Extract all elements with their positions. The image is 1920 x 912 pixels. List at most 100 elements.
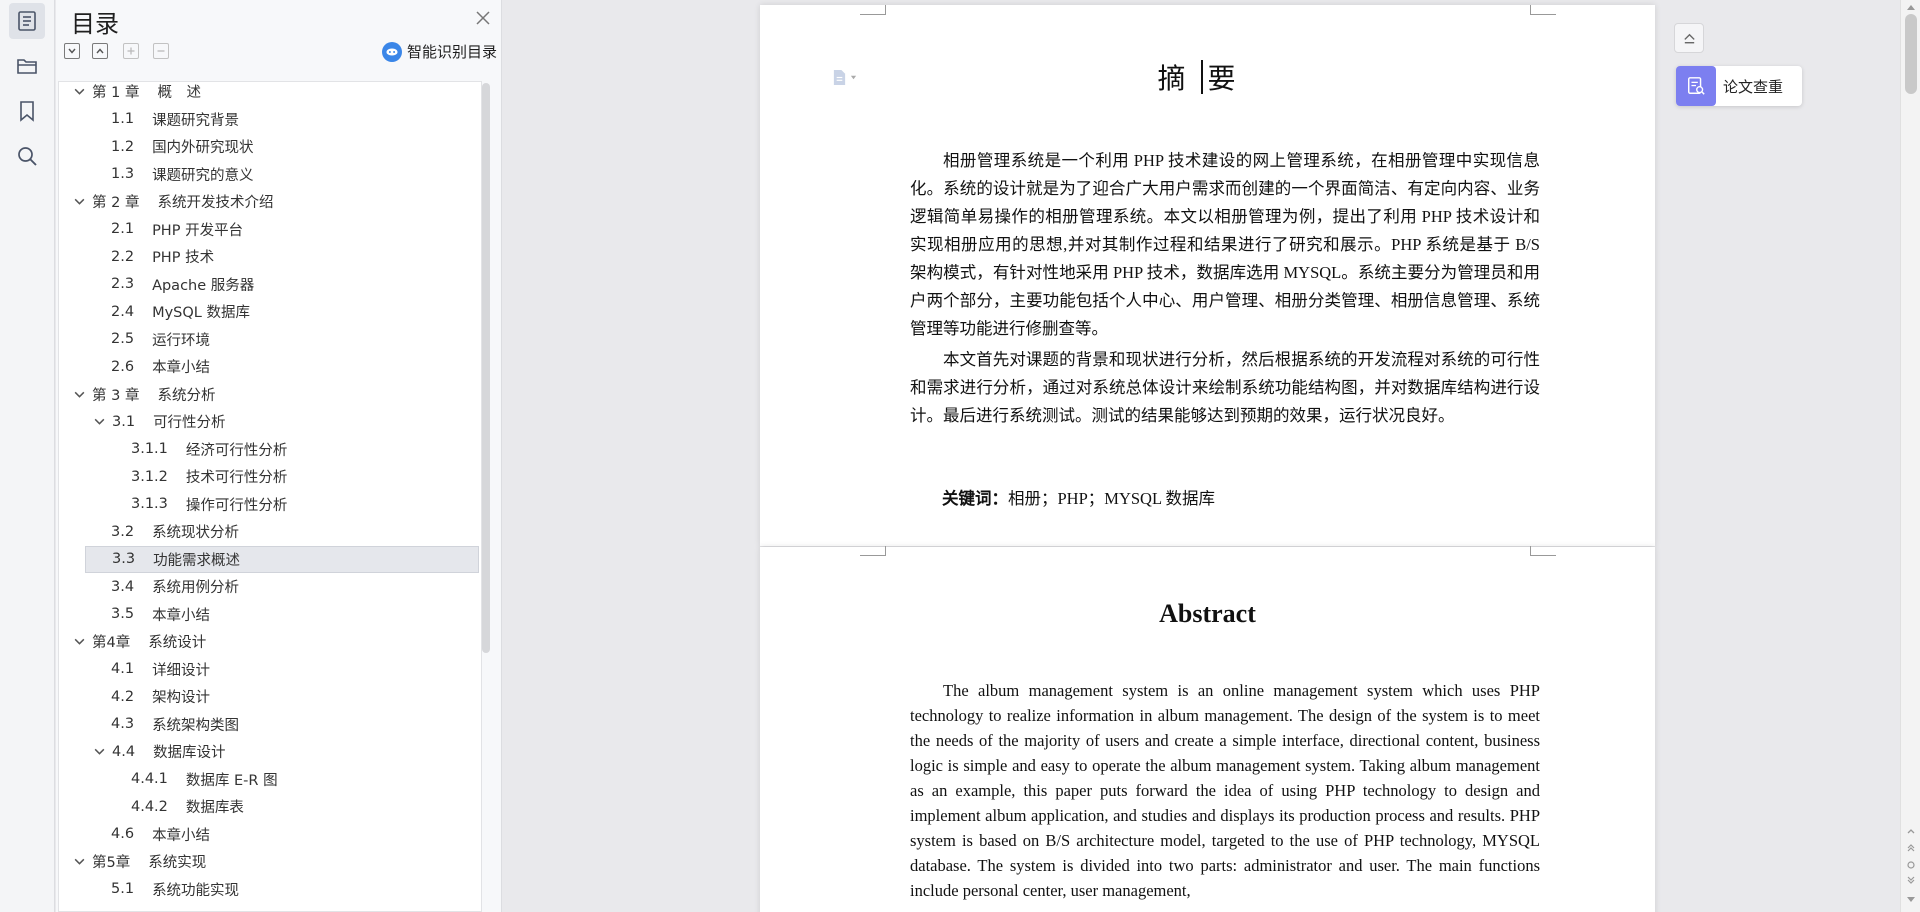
toc-item[interactable]: 2.3 Apache 服务器 <box>111 271 254 298</box>
close-icon[interactable] <box>474 9 492 27</box>
toc-item-label: 国内外研究现状 <box>152 140 254 156</box>
page-up-double-icon[interactable] <box>1906 842 1916 852</box>
toc-item[interactable]: 1.1 课题研究背景 <box>111 106 239 133</box>
toc-item[interactable]: 第 3 章系统分析 <box>73 381 215 408</box>
page-up-icon[interactable] <box>1906 826 1916 836</box>
keywords-label: 关键词： <box>942 489 1008 508</box>
toc-item[interactable]: 3.1.2 技术可行性分析 <box>131 463 287 490</box>
page-abstract-en: Abstract The album management system is … <box>760 546 1655 912</box>
toc-item-label: 本章小结 <box>152 607 211 624</box>
toc-item-number: 1.1 <box>111 111 135 127</box>
chevron-down-icon[interactable] <box>73 195 86 208</box>
toc-item[interactable]: 第4章 系统设计 <box>73 628 206 655</box>
toc-item-number: 2.2 <box>111 248 135 265</box>
remove-heading-button[interactable] <box>153 43 169 59</box>
toc-item-number: 3.2 <box>111 523 135 540</box>
scrollbar-thumb[interactable] <box>1905 14 1917 94</box>
chevron-down-icon[interactable] <box>73 855 86 868</box>
toc-item[interactable]: 2.1 PHP 开发平台 <box>111 216 243 243</box>
chevron-down-icon[interactable] <box>73 388 86 401</box>
toc-item-number: 4.3 <box>111 716 135 732</box>
toc-item-number: 4.2 <box>111 688 135 705</box>
toc-item-number: 4.4 <box>112 743 136 760</box>
toc-item[interactable]: 4.3 系统架构类图 <box>111 711 239 738</box>
plagiarism-check-button[interactable]: 论文查重 <box>1676 66 1802 106</box>
toc-item[interactable]: 4.4.1 数据库 E-R 图 <box>131 766 278 793</box>
crop-mark <box>1530 546 1556 556</box>
chevron-down-icon <box>68 48 76 54</box>
toc-item-number: 2.6 <box>111 358 135 375</box>
toc-item[interactable]: 4.6 本章小结 <box>111 821 210 848</box>
scroll-up-icon[interactable] <box>1906 3 1916 13</box>
plagiarism-check-icon <box>1676 66 1716 106</box>
toc-item-number: 2.3 <box>111 276 135 292</box>
toc-item-label: 系统功能实现 <box>152 882 240 899</box>
select-browse-object-icon[interactable] <box>1906 860 1916 870</box>
crop-mark <box>1530 5 1556 15</box>
toc-item-label: 系统实现 <box>148 855 207 871</box>
outline-icon[interactable] <box>9 3 45 39</box>
toc-item[interactable]: 4.4.2 数据库表 <box>131 793 244 820</box>
scroll-down-icon[interactable] <box>1906 894 1916 904</box>
chevron-down-icon[interactable] <box>93 745 106 758</box>
toc-item[interactable]: 3.2 系统现状分析 <box>111 518 239 545</box>
toc-item[interactable]: 5.1 系统功能实现 <box>111 876 239 903</box>
toc-item-number: 第 3 章 <box>92 387 140 404</box>
toc-item-label: 操作可行性分析 <box>185 497 288 514</box>
minus-icon <box>157 50 165 52</box>
toc-item[interactable]: 第 2 章 系统开发技术介绍 <box>73 188 273 215</box>
toc-item[interactable]: 3.1 可行性分析 <box>93 408 226 435</box>
toc-item-number: 4.6 <box>111 826 135 842</box>
toc-item[interactable]: 2.2 PHP 技术 <box>111 243 214 270</box>
toc-item[interactable]: 4.2 架构设计 <box>111 683 210 710</box>
abstract-paragraph[interactable]: 相册管理系统是一个利用 PHP 技术建设的网上管理系统，在相册管理中实现信息化。… <box>910 147 1540 343</box>
toc-item-number: 3.1.1 <box>131 441 168 457</box>
toc-item[interactable]: 3.5 本章小结 <box>111 601 210 628</box>
document-scrollbar[interactable] <box>1900 0 1920 912</box>
bookmark-icon[interactable] <box>9 93 45 129</box>
keywords-value: 相册；PHP；MYSQL 数据库 <box>1008 489 1216 508</box>
page-abstract-zh: 摘要 相册管理系统是一个利用 PHP 技术建设的网上管理系统，在相册管理中实现信… <box>760 5 1655 546</box>
chevron-down-icon[interactable] <box>73 85 86 98</box>
toc-item-label: Apache 服务器 <box>152 277 255 294</box>
toc-item-label: 本章小结 <box>152 360 211 376</box>
add-heading-button[interactable] <box>123 43 139 59</box>
toc-item-label: 架构设计 <box>152 690 211 706</box>
toc-item[interactable]: 2.6 本章小结 <box>111 353 210 380</box>
side-rail <box>0 0 55 912</box>
search-icon[interactable] <box>9 138 45 174</box>
abstract-paragraph[interactable]: The album management system is an online… <box>910 678 1540 903</box>
toc-item[interactable]: 3.4 系统用例分析 <box>111 573 239 600</box>
toc-item[interactable]: 4.4 数据库设计 <box>93 738 226 765</box>
toc-item-label: 系统设计 <box>148 635 207 651</box>
keywords-line[interactable]: 关键词：相册；PHP；MYSQL 数据库 <box>942 485 1215 509</box>
toc-scrollbar[interactable] <box>482 83 490 653</box>
toc-item[interactable]: 1.3 课题研究的意义 <box>111 161 254 188</box>
toc-item-label: 详细设计 <box>152 662 211 679</box>
toc-item-number: 2.1 <box>111 221 135 237</box>
toc-item[interactable]: 3.3 功能需求概述 <box>85 545 479 573</box>
abstract-paragraph[interactable]: 本文首先对课题的背景和现状进行分析，然后根据系统的开发流程对系统的可行性和需求进… <box>910 346 1540 430</box>
page-down-double-icon[interactable] <box>1906 876 1916 886</box>
toc-item[interactable]: 第5章 系统实现 <box>73 848 206 875</box>
chevron-down-icon[interactable] <box>93 415 106 428</box>
toc-item[interactable]: 第 1 章 概 述 <box>73 82 201 105</box>
toc-item[interactable]: 3.1.3 操作可行性分析 <box>131 491 287 518</box>
toc-item[interactable]: 2.4 MySQL 数据库 <box>111 298 250 325</box>
toc-item-number: 4.4.2 <box>131 798 168 815</box>
collapse-toolbar-button[interactable] <box>1674 23 1704 53</box>
crop-mark <box>860 546 886 556</box>
toc-item[interactable]: 2.5 运行环境 <box>111 326 210 353</box>
toc-item[interactable]: 4.1 详细设计 <box>111 656 210 683</box>
folder-icon[interactable] <box>9 48 45 84</box>
plus-icon <box>127 47 135 55</box>
chevron-down-icon[interactable] <box>73 635 86 648</box>
toc-item[interactable]: 3.1.1 经济可行性分析 <box>131 436 287 463</box>
expand-all-button[interactable] <box>64 43 80 59</box>
toc-item[interactable]: 1.2 国内外研究现状 <box>111 133 254 160</box>
abstract-title-zh: 摘要 <box>1157 62 1258 95</box>
collapse-all-button[interactable] <box>92 43 108 59</box>
document-canvas: 摘要 相册管理系统是一个利用 PHP 技术建设的网上管理系统，在相册管理中实现信… <box>503 0 1900 912</box>
smart-toc-button[interactable]: 智能识别目录 <box>382 41 497 62</box>
chevron-up-icon <box>96 48 104 54</box>
